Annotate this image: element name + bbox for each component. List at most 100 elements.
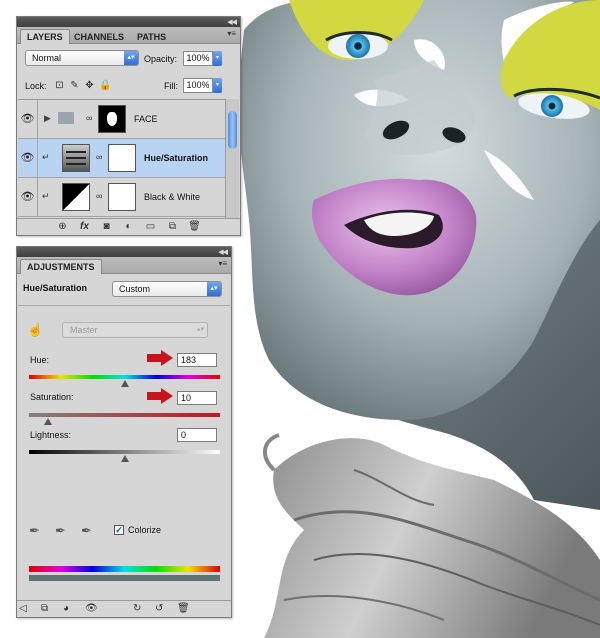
channel-select[interactable]: Master ▴▾: [62, 322, 208, 338]
lightness-slider-track[interactable]: [29, 450, 220, 454]
clipping-arrow-icon: ↵: [42, 152, 50, 162]
hue-label: Hue:: [30, 355, 50, 365]
lightness-field[interactable]: 0: [177, 428, 217, 442]
chain-link-icon[interactable]: ∞: [96, 191, 102, 201]
trash-icon[interactable]: 🗑: [177, 601, 199, 617]
layer-row-face[interactable]: 👁 ▶ ∞ FACE: [18, 100, 225, 139]
iris-right: [541, 95, 563, 117]
adjustment-thumbnail[interactable]: [62, 183, 90, 211]
red-arrow-icon: [147, 388, 173, 404]
reset-icon[interactable]: ↺: [155, 601, 177, 617]
select-arrows-icon: ▴▾: [207, 282, 221, 296]
link-layers-icon[interactable]: ⊕: [52, 219, 74, 235]
scrollbar-thumb[interactable]: [228, 111, 237, 149]
expanded-view-icon[interactable]: ⧉: [41, 601, 63, 617]
fx-icon[interactable]: fx: [74, 219, 96, 235]
tab-adjustments[interactable]: ADJUSTMENTS: [20, 259, 102, 274]
panel-menu-icon[interactable]: ▾≡: [218, 259, 227, 268]
view-previous-icon[interactable]: ↻: [133, 601, 155, 617]
select-arrows-icon: ▴▾: [196, 326, 204, 333]
eyedropper-minus-icon[interactable]: ✒: [81, 523, 92, 539]
layer-name: Black & White: [144, 192, 201, 202]
eyedropper-plus-icon[interactable]: ✒: [55, 523, 66, 539]
iris-left: [346, 34, 370, 58]
visibility-eye-icon[interactable]: 👁: [18, 178, 38, 217]
preset-value: Custom: [119, 284, 151, 294]
back-arrow-icon[interactable]: ◁: [19, 601, 41, 617]
visibility-icon[interactable]: 👁: [85, 601, 107, 617]
collapse-icon[interactable]: ◀◀: [218, 248, 228, 256]
layer-mask-thumbnail[interactable]: [108, 144, 136, 172]
lock-all-icon[interactable]: 🔒: [99, 80, 111, 91]
clip-to-layer-icon[interactable]: ◕: [63, 601, 85, 617]
new-layer-icon[interactable]: ⧉: [162, 219, 184, 235]
layer-row-hue-saturation[interactable]: 👁 ↵ ∞ Hue/Saturation: [18, 139, 225, 178]
targeted-adjustment-hand-icon[interactable]: ☝: [27, 322, 43, 338]
fill-dropdown-icon[interactable]: ▾: [213, 78, 222, 93]
panel-menu-icon[interactable]: ▾≡: [227, 29, 236, 38]
colorize-label: Colorize: [128, 525, 162, 535]
panel-grip[interactable]: ◀◀: [17, 17, 240, 27]
lock-pixels-icon[interactable]: ✎: [69, 80, 80, 91]
new-group-icon[interactable]: ▭: [140, 219, 162, 235]
chain-link-icon[interactable]: ∞: [86, 113, 92, 123]
tab-channels[interactable]: CHANNELS: [67, 29, 131, 44]
opacity-label: Opacity:: [144, 54, 178, 64]
visibility-eye-icon[interactable]: 👁: [18, 139, 38, 178]
adjustment-layer-icon[interactable]: ◐: [118, 219, 140, 235]
layer-name: Hue/Saturation: [144, 153, 209, 163]
layers-tabbar: LAYERS CHANNELS PATHS ▾≡: [17, 27, 240, 44]
saturation-label: Saturation:: [30, 392, 74, 402]
channel-value: Master: [70, 325, 98, 335]
layers-scrollbar[interactable]: [225, 99, 239, 219]
adjustment-thumbnail[interactable]: [62, 144, 90, 172]
lock-transparency-icon[interactable]: ⊡: [54, 80, 65, 91]
add-mask-icon[interactable]: ◙: [96, 219, 118, 235]
hue-field[interactable]: 183: [177, 353, 217, 367]
canvas-photo: [237, 0, 600, 638]
collapse-icon[interactable]: ◀◀: [227, 18, 237, 26]
chain-link-icon[interactable]: ∞: [96, 152, 102, 162]
adjustments-panel: ◀◀ ADJUSTMENTS ▾≡ Hue/Saturation Custom …: [16, 246, 232, 618]
adjustments-footer: ◁ ⧉ ◕ 👁 ↻ ↺ 🗑: [17, 600, 231, 617]
clipping-arrow-icon: ↵: [42, 191, 50, 201]
trash-icon[interactable]: 🗑: [184, 219, 206, 235]
layer-mask-thumbnail[interactable]: [108, 183, 136, 211]
fill-field[interactable]: 100%: [183, 78, 213, 93]
input-spectrum-bar: [29, 566, 220, 572]
lightness-slider-thumb[interactable]: [120, 455, 129, 462]
layers-footer: ⊕ fx ◙ ◐ ▭ ⧉ 🗑: [17, 218, 240, 235]
folder-icon: [58, 112, 74, 124]
layer-row-black-white[interactable]: 👁 ↵ ∞ Black & White: [18, 178, 225, 217]
opacity-dropdown-icon[interactable]: ▾: [213, 51, 222, 66]
tab-paths[interactable]: PATHS: [130, 29, 173, 44]
preset-select[interactable]: Custom ▴▾: [112, 281, 222, 297]
visibility-eye-icon[interactable]: 👁: [18, 100, 38, 139]
layer-name: FACE: [134, 114, 158, 124]
output-spectrum-bar: [29, 575, 220, 581]
blend-mode-value: Normal: [32, 53, 62, 63]
panel-grip[interactable]: ◀◀: [17, 247, 231, 257]
divider: [18, 305, 230, 306]
layers-panel: ◀◀ LAYERS CHANNELS PATHS ▾≡ Normal ▴▾ Op…: [16, 16, 241, 236]
hue-slider-track[interactable]: [29, 375, 220, 379]
saturation-field[interactable]: 10: [177, 391, 217, 405]
lock-label: Lock:: [25, 81, 47, 91]
saturation-slider-thumb[interactable]: [44, 418, 53, 425]
adjustments-tabbar: ADJUSTMENTS ▾≡: [17, 257, 231, 274]
eyedropper-icon[interactable]: ✒: [29, 523, 40, 539]
saturation-slider-track[interactable]: [29, 413, 220, 417]
hue-slider-thumb[interactable]: [120, 380, 129, 387]
colorize-checkbox[interactable]: ✓: [114, 525, 124, 535]
layer-mask-thumbnail[interactable]: [98, 105, 126, 133]
lock-position-icon[interactable]: ✥: [84, 80, 95, 91]
adjustment-title: Hue/Saturation: [23, 283, 88, 293]
select-arrows-icon: ▴▾: [124, 51, 138, 65]
opacity-field[interactable]: 100%: [183, 51, 213, 66]
expand-triangle-icon[interactable]: ▶: [44, 113, 51, 124]
layer-list: 👁 ▶ ∞ FACE 👁 ↵ ∞ Hue/Saturation 👁 ↵ ∞ Bl…: [18, 99, 225, 219]
tab-layers[interactable]: LAYERS: [20, 29, 70, 44]
fill-label: Fill:: [164, 81, 178, 91]
blend-mode-select[interactable]: Normal ▴▾: [25, 50, 139, 66]
lightness-label: Lightness:: [30, 430, 72, 440]
